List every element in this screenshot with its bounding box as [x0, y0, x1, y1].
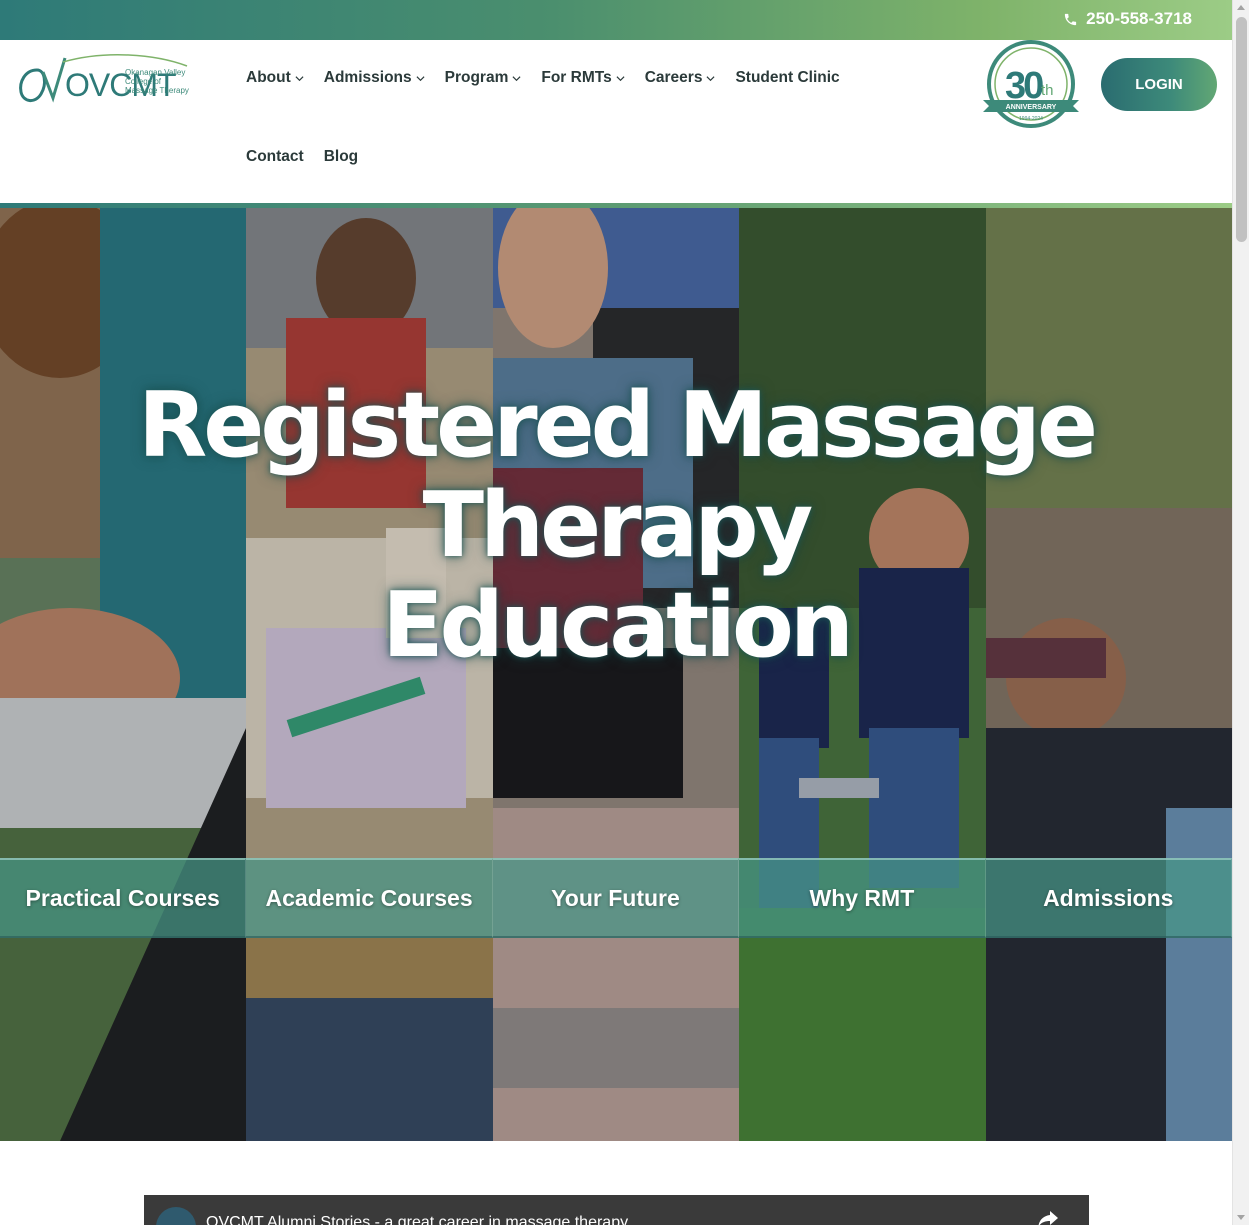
video-title[interactable]: OVCMT Alumni Stories - a great career in…: [206, 1214, 628, 1225]
nav-blog[interactable]: Blog: [324, 148, 358, 166]
hero-title-line2: Education: [382, 573, 854, 678]
tab-why-rmt[interactable]: Why RMT: [739, 858, 986, 938]
main-nav: About Admissions Program For RMTs Career…: [246, 69, 840, 87]
scroll-up-arrow[interactable]: [1237, 5, 1245, 10]
hero-tabs: Practical Courses Academic Courses Your …: [0, 858, 1232, 938]
nav-label: Student Clinic: [735, 69, 840, 86]
badge-ribbon: ANNIVERSARY: [1006, 104, 1057, 111]
nav-label: About: [246, 69, 291, 86]
ovcmt-logo[interactable]: OVCMT Okanagan Valley College of Massage…: [15, 48, 195, 104]
scroll-down-arrow[interactable]: [1237, 1215, 1245, 1220]
nav-label: Contact: [246, 148, 304, 165]
hero-banner: Registered Massage Therapy Education Pra…: [0, 208, 1232, 1141]
chevron-down-icon: [416, 75, 425, 81]
tab-academic-courses[interactable]: Academic Courses: [246, 858, 493, 938]
badge-years: 1994-2024: [1019, 116, 1043, 122]
chevron-down-icon: [706, 75, 715, 81]
video-embed[interactable]: OVCMT Alumni Stories - a great career in…: [144, 1195, 1089, 1225]
anniversary-badge: 30 th ANNIVERSARY 1994-2024: [983, 40, 1079, 128]
tab-practical-courses[interactable]: Practical Courses: [0, 858, 247, 938]
channel-avatar[interactable]: [156, 1207, 196, 1225]
site-header: OVCMT Okanagan Valley College of Massage…: [0, 40, 1232, 204]
phone-icon: [1065, 13, 1077, 25]
hero-title-line1: Registered Massage Therapy: [137, 373, 1098, 578]
login-button[interactable]: LOGIN: [1101, 58, 1217, 111]
nav-admissions[interactable]: Admissions: [324, 69, 425, 87]
logo-line2: College of: [125, 77, 162, 86]
nav-for-rmts[interactable]: For RMTs: [541, 69, 625, 87]
phone-link[interactable]: 250-558-3718: [1063, 9, 1192, 29]
logo-line3: Massage Therapy: [125, 86, 189, 95]
nav-label: For RMTs: [541, 69, 612, 86]
chevron-down-icon: [295, 75, 304, 81]
page: 250-558-3718 OVCMT Okanagan Valley Colle…: [0, 0, 1249, 1225]
tab-admissions[interactable]: Admissions: [985, 858, 1232, 938]
chevron-down-icon: [616, 75, 625, 81]
hero-title: Registered Massage Therapy Education: [0, 376, 1232, 676]
nav-about[interactable]: About: [246, 69, 304, 87]
secondary-nav: Contact Blog: [246, 148, 358, 166]
nav-label: Program: [444, 69, 509, 86]
nav-student-clinic[interactable]: Student Clinic: [735, 69, 839, 87]
nav-label: Blog: [323, 148, 359, 165]
nav-label: Careers: [644, 69, 703, 86]
nav-label: Admissions: [323, 69, 412, 86]
share-icon[interactable]: [1037, 1209, 1059, 1225]
nav-program[interactable]: Program: [445, 69, 522, 87]
phone-number: 250-558-3718: [1086, 9, 1192, 28]
page-scrollbar[interactable]: [1232, 0, 1249, 1225]
nav-careers[interactable]: Careers: [645, 69, 716, 87]
logo-line1: Okanagan Valley: [125, 68, 185, 77]
scroll-thumb[interactable]: [1236, 17, 1247, 242]
badge-suffix: th: [1041, 82, 1054, 99]
top-bar: 250-558-3718: [0, 0, 1232, 40]
nav-contact[interactable]: Contact: [246, 148, 304, 166]
tab-your-future[interactable]: Your Future: [492, 858, 740, 938]
chevron-down-icon: [512, 75, 521, 81]
